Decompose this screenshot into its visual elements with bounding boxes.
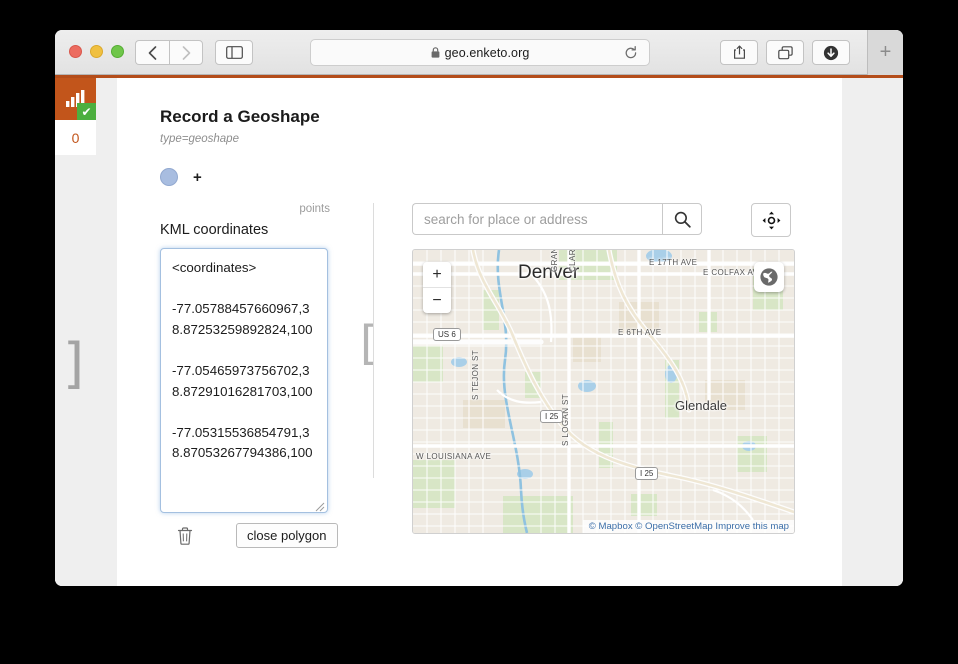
map-layers-button[interactable] xyxy=(754,262,784,292)
tab-overview-icon xyxy=(777,45,793,59)
forward-button[interactable] xyxy=(169,40,203,65)
map-marker-dot-icon[interactable] xyxy=(160,168,178,186)
page-subtitle: type=geoshape xyxy=(160,133,239,145)
page-viewport: ✔ 0 ] Record a Geoshape type=geoshape + xyxy=(55,75,903,586)
back-button[interactable] xyxy=(135,40,169,65)
column-divider xyxy=(373,203,374,478)
search-button[interactable] xyxy=(662,203,702,235)
delete-points-button[interactable] xyxy=(172,526,198,545)
zoom-in-button[interactable]: + xyxy=(423,262,451,288)
close-polygon-button[interactable]: close polygon xyxy=(236,523,338,548)
map-frame[interactable]: + − Denver Glendale E 17TH AVE E COLFAX … xyxy=(412,249,795,534)
downloads-button[interactable] xyxy=(812,40,850,65)
lock-icon xyxy=(431,47,440,58)
geoshape-marker-row: + xyxy=(160,168,202,186)
geoshape-columns: points KML coordinates <coordinates> -77… xyxy=(160,203,835,586)
form-strip: ✔ 0 ] xyxy=(55,78,117,586)
sidebar-panel-icon xyxy=(225,46,243,59)
form-tile[interactable]: ✔ xyxy=(55,78,96,120)
page-card: Record a Geoshape type=geoshape + points… xyxy=(117,78,835,586)
reload-icon xyxy=(625,46,637,59)
form-record-count: 0 xyxy=(55,120,96,155)
page-title: Record a Geoshape xyxy=(160,107,320,126)
tab-overview-button[interactable] xyxy=(766,40,804,65)
url-text: geo.enketo.org xyxy=(444,45,530,60)
trash-icon xyxy=(177,526,193,545)
map-canvas[interactable] xyxy=(413,250,794,533)
show-sidebar-button[interactable] xyxy=(215,40,253,65)
map-route-shield: US 6 xyxy=(433,328,461,341)
chevron-right-icon xyxy=(182,45,190,60)
address-bar[interactable]: geo.enketo.org xyxy=(310,39,650,66)
share-button[interactable] xyxy=(720,40,758,65)
points-label: points xyxy=(299,203,330,215)
new-tab-button[interactable]: + xyxy=(867,30,903,75)
kml-coordinates-label: KML coordinates xyxy=(160,222,269,238)
maximize-window-button[interactable] xyxy=(111,45,124,58)
zoom-out-button[interactable]: − xyxy=(423,288,451,313)
close-window-button[interactable] xyxy=(69,45,82,58)
form-valid-check-icon: ✔ xyxy=(77,103,96,120)
download-icon xyxy=(823,45,839,60)
chevron-left-icon xyxy=(148,45,157,60)
map-route-shield: I 25 xyxy=(540,410,564,423)
kml-coordinates-value: <coordinates> -77.05788457660967,38.8725… xyxy=(172,260,313,461)
gutter-seam xyxy=(835,78,842,586)
page-right-gutter xyxy=(835,78,903,586)
browser-toolbar: geo.enketo.org + xyxy=(55,30,903,75)
reload-button[interactable] xyxy=(622,44,640,62)
share-icon xyxy=(733,45,745,59)
map-attribution[interactable]: © Mapbox © OpenStreetMap Improve this ma… xyxy=(582,520,794,533)
kml-coordinates-input[interactable]: <coordinates> -77.05788457660967,38.8725… xyxy=(160,248,328,513)
crosshair-move-icon xyxy=(762,211,780,229)
browser-window: geo.enketo.org + ✔ 0] Record a Geoshape… xyxy=(55,30,903,586)
search-input[interactable] xyxy=(412,203,662,235)
resize-grip-icon[interactable] xyxy=(313,499,325,512)
globe-layers-icon xyxy=(760,268,778,286)
kml-actions: close polygon xyxy=(160,523,338,548)
minimize-window-button[interactable] xyxy=(90,45,103,58)
window-controls xyxy=(69,45,124,58)
map-route-shield: I 25 xyxy=(635,467,659,480)
search-icon xyxy=(674,211,691,228)
add-point-icon[interactable]: + xyxy=(193,170,202,185)
locate-me-button[interactable] xyxy=(751,203,791,237)
page-inner: Record a Geoshape type=geoshape + points… xyxy=(160,78,835,586)
map-search-group xyxy=(412,203,702,235)
screenshot-root: geo.enketo.org + ✔ 0] Record a Geoshape… xyxy=(0,0,958,664)
page-scroll-handle-left[interactable]: ] xyxy=(63,333,84,398)
map-zoom-controls: + − xyxy=(423,262,451,313)
kml-scroll-handle[interactable]: [ xyxy=(360,318,378,368)
